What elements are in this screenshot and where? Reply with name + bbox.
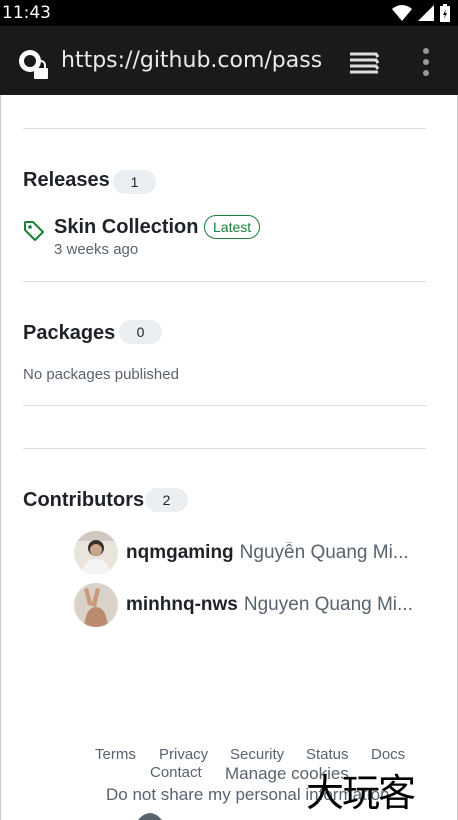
- overflow-menu-icon[interactable]: [420, 46, 432, 78]
- page-border-left: [0, 95, 1, 820]
- status-icons: [392, 4, 450, 22]
- status-bar: 11:43: [0, 0, 458, 26]
- tabs-icon[interactable]: [348, 50, 380, 76]
- divider: [23, 405, 426, 406]
- github-footer-logo-icon: [138, 813, 162, 820]
- battery-icon: [440, 4, 450, 22]
- contributors-heading[interactable]: Contributors: [23, 489, 144, 512]
- footer-link-docs[interactable]: Docs: [371, 746, 405, 763]
- wifi-icon: [392, 5, 412, 21]
- contributor-fullname: Nguyễn Quang Mi...: [239, 542, 409, 563]
- releases-counter: 1: [113, 170, 156, 194]
- avatar[interactable]: [74, 531, 118, 575]
- release-time: 3 weeks ago: [54, 241, 139, 258]
- divider: [23, 448, 426, 449]
- signal-icon: [418, 5, 434, 21]
- contributor-row[interactable]: minhnq-nws Nguyen Quang Mi...: [74, 583, 413, 627]
- footer-link-terms[interactable]: Terms: [95, 746, 136, 763]
- browser-toolbar: https://github.com/pass-: [0, 26, 458, 95]
- divider: [23, 281, 426, 282]
- divider: [23, 128, 426, 129]
- status-time: 11:43: [2, 3, 51, 23]
- contributor-row[interactable]: nqmgaming Nguyễn Quang Mi...: [74, 531, 409, 575]
- address-bar[interactable]: https://github.com/pass-: [61, 48, 321, 73]
- footer-link-contact[interactable]: Contact: [150, 764, 202, 781]
- footer-link-status[interactable]: Status: [306, 746, 349, 763]
- releases-heading[interactable]: Releases: [23, 169, 110, 192]
- packages-heading[interactable]: Packages: [23, 322, 115, 345]
- contributor-login[interactable]: minhnq-nws: [126, 594, 238, 616]
- footer-link-security[interactable]: Security: [230, 746, 284, 763]
- release-link[interactable]: Skin Collection: [54, 216, 198, 239]
- watermark: 大玩客: [306, 771, 416, 815]
- contributor-fullname: Nguyen Quang Mi...: [243, 594, 413, 615]
- latest-badge: Latest: [204, 215, 261, 239]
- footer-link-privacy[interactable]: Privacy: [159, 746, 208, 763]
- packages-counter: 0: [119, 320, 162, 344]
- github-lock-icon: [19, 50, 48, 79]
- contributor-login[interactable]: nqmgaming: [126, 542, 234, 564]
- avatar[interactable]: [74, 583, 118, 627]
- tag-icon: [24, 221, 44, 241]
- no-packages-text: No packages published: [23, 366, 179, 383]
- contributors-counter: 2: [145, 488, 188, 512]
